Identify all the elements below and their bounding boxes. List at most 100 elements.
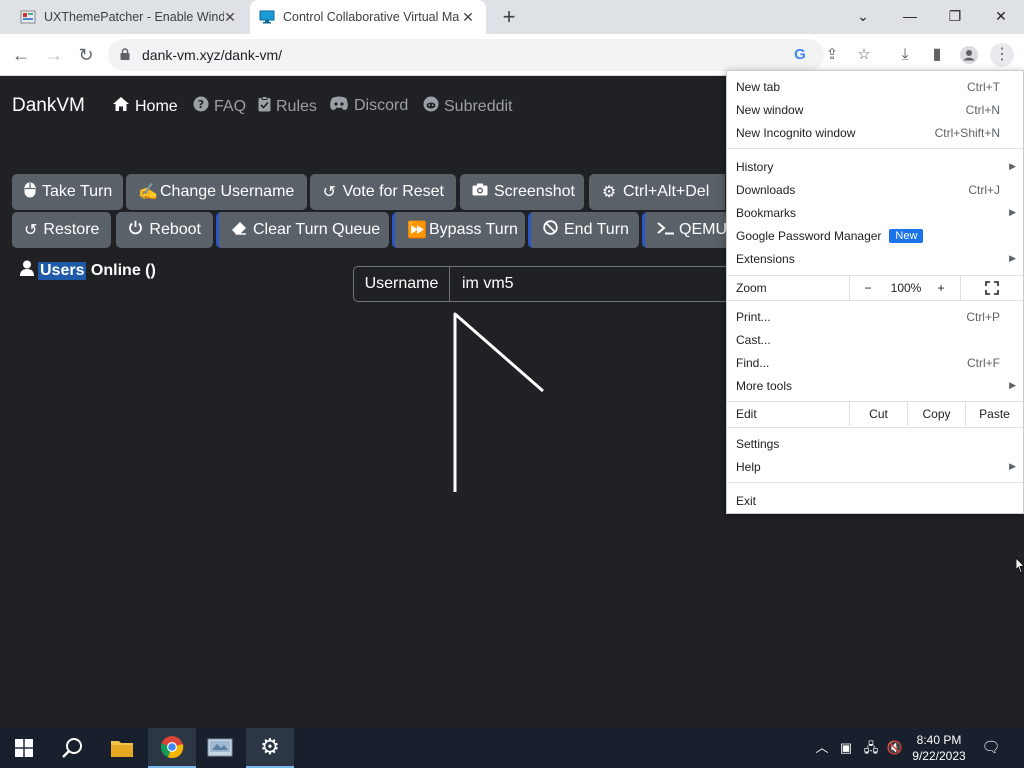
- menu-item-label: New Incognito window: [736, 125, 856, 140]
- nav-home-label: Home: [135, 97, 178, 115]
- nav-faq[interactable]: ? FAQ: [193, 96, 246, 117]
- menu-item-password-manager[interactable]: Google Password Manager New: [727, 224, 1023, 247]
- start-button[interactable]: [0, 728, 48, 768]
- address-bar[interactable]: dank-vm.xyz/dank-vm/ G ⇪ ☆: [108, 39, 871, 71]
- change-username-button[interactable]: ✍ Change Username: [126, 174, 307, 210]
- menu-item-label: More tools: [736, 378, 793, 393]
- bypass-turn-button[interactable]: ⏩ Bypass Turn: [392, 212, 525, 248]
- new-badge: New: [889, 228, 924, 243]
- clear-turn-queue-button[interactable]: Clear Turn Queue: [216, 212, 389, 248]
- menu-item-more-tools[interactable]: More tools ▶: [727, 374, 1023, 397]
- tray-network-icon[interactable]: 🖧: [861, 738, 881, 758]
- menu-item-print[interactable]: Print... Ctrl+P: [727, 305, 1023, 328]
- tab-title: Control Collaborative Virtual Ma: [283, 10, 460, 24]
- screenshot-button[interactable]: Screenshot: [460, 174, 584, 210]
- tray-device-icon[interactable]: ▣: [836, 738, 856, 758]
- menu-item-cast[interactable]: Cast...: [727, 328, 1023, 351]
- reload-icon[interactable]: ↻: [74, 43, 98, 67]
- back-arrow-icon[interactable]: ←: [9, 43, 33, 67]
- tab-search-button[interactable]: ⌄: [845, 4, 881, 28]
- menu-item-label: New tab: [736, 79, 781, 94]
- control-panel-button[interactable]: [196, 728, 244, 768]
- share-icon[interactable]: ⇪: [822, 45, 842, 65]
- reboot-button[interactable]: Reboot: [116, 212, 213, 248]
- close-window-button[interactable]: ✕: [983, 4, 1019, 28]
- ctrl-alt-del-button[interactable]: ⚙ Ctrl+Alt+Del: [589, 174, 725, 210]
- taskbar-clock[interactable]: 8:40 PM 9/22/2023: [908, 732, 970, 764]
- bookmark-star-icon[interactable]: ☆: [854, 45, 874, 65]
- restore-label: Restore: [43, 221, 100, 238]
- menu-item-downloads[interactable]: Downloads Ctrl+J: [727, 178, 1023, 201]
- nav-discord-label: Discord: [354, 97, 409, 114]
- users-online-selected-text: Users: [38, 261, 87, 280]
- qemu-button[interactable]: QEMU: [642, 212, 732, 248]
- restore-button[interactable]: ❐: [937, 4, 973, 28]
- menu-item-exit[interactable]: Exit: [727, 489, 1023, 512]
- menu-divider: [727, 482, 1023, 483]
- menu-item-new-tab[interactable]: New tab Ctrl+T: [727, 75, 1023, 98]
- menu-item-bookmarks[interactable]: Bookmarks ▶: [727, 201, 1023, 224]
- reddit-icon: [423, 96, 439, 117]
- tray-volume-muted-icon[interactable]: 🔇: [885, 738, 905, 758]
- end-turn-button[interactable]: End Turn: [528, 212, 639, 248]
- nav-subreddit[interactable]: Subreddit: [423, 96, 513, 117]
- zoom-out-button[interactable]: −: [850, 276, 886, 300]
- restore-button[interactable]: ↺ Restore: [12, 212, 111, 248]
- notification-icon[interactable]: 🗨: [981, 738, 1001, 758]
- svg-text:?: ?: [198, 98, 204, 111]
- nav-faq-label: FAQ: [214, 97, 247, 115]
- submenu-arrow-icon: ▶: [1009, 161, 1016, 171]
- clock-time: 8:40 PM: [916, 733, 962, 747]
- settings-taskbar-button[interactable]: ⚙: [246, 728, 294, 768]
- tab-uxthemepatcher[interactable]: UXThemePatcher - Enable Windo ✕: [12, 0, 248, 34]
- submenu-arrow-icon: ▶: [1009, 253, 1016, 263]
- lock-icon: [120, 48, 130, 60]
- tray-overflow-chevron-icon[interactable]: ︿: [812, 738, 832, 758]
- users-online-heading: Users Online (): [20, 260, 156, 281]
- nav-rules[interactable]: Rules: [258, 96, 317, 117]
- paste-button[interactable]: Paste: [966, 402, 1023, 426]
- nav-home[interactable]: Home: [112, 96, 178, 117]
- zoom-in-button[interactable]: +: [926, 276, 956, 300]
- vote-reset-button[interactable]: ↺ Vote for Reset: [310, 174, 456, 210]
- chrome-taskbar-button[interactable]: [148, 728, 196, 768]
- site-brand[interactable]: DankVM: [12, 95, 85, 117]
- profile-avatar-icon[interactable]: [957, 43, 981, 67]
- chrome-menu-icon[interactable]: ⋮: [990, 43, 1014, 67]
- side-panel-icon[interactable]: ▮: [925, 43, 949, 67]
- menu-item-new-window[interactable]: New window Ctrl+N: [727, 98, 1023, 121]
- file-explorer-button[interactable]: [98, 728, 146, 768]
- search-button[interactable]: [48, 728, 96, 768]
- tab-close-icon[interactable]: ✕: [460, 9, 476, 26]
- fullscreen-icon: [985, 281, 999, 295]
- menu-item-label: Bookmarks: [736, 205, 797, 220]
- new-tab-button[interactable]: +: [497, 5, 521, 29]
- username-group: Username: [353, 266, 733, 302]
- tab-close-icon[interactable]: ✕: [222, 9, 238, 26]
- fullscreen-button[interactable]: [961, 276, 1023, 300]
- tab-dankvm[interactable]: Control Collaborative Virtual Ma ✕: [250, 0, 486, 34]
- menu-item-find[interactable]: Find... Ctrl+F: [727, 351, 1023, 374]
- download-icon[interactable]: ⤓: [893, 43, 917, 67]
- cut-button[interactable]: Cut: [850, 402, 907, 426]
- menu-divider: [727, 300, 1023, 301]
- uxtheme-favicon-icon: [20, 10, 36, 24]
- menu-item-help[interactable]: Help ▶: [727, 455, 1023, 478]
- username-input[interactable]: [450, 267, 732, 301]
- menu-item-settings[interactable]: Settings: [727, 432, 1023, 455]
- mouse-icon: [24, 182, 36, 203]
- copy-button[interactable]: Copy: [908, 402, 965, 426]
- google-lens-icon[interactable]: G: [790, 45, 810, 65]
- minimize-button[interactable]: —: [892, 4, 928, 28]
- end-turn-label: End Turn: [564, 221, 629, 238]
- forward-arrow-icon[interactable]: →: [42, 43, 66, 67]
- take-turn-button[interactable]: Take Turn: [12, 174, 123, 210]
- vm-drawing-stroke: [453, 312, 544, 492]
- nav-discord[interactable]: Discord: [329, 96, 408, 116]
- clipboard-icon: [258, 96, 271, 117]
- vm-display[interactable]: [400, 302, 600, 502]
- tab-title: UXThemePatcher - Enable Windo: [44, 10, 224, 24]
- menu-item-history[interactable]: History ▶: [727, 155, 1023, 178]
- menu-item-extensions[interactable]: Extensions ▶: [727, 247, 1023, 270]
- menu-item-new-incognito[interactable]: New Incognito window Ctrl+Shift+N: [727, 121, 1023, 144]
